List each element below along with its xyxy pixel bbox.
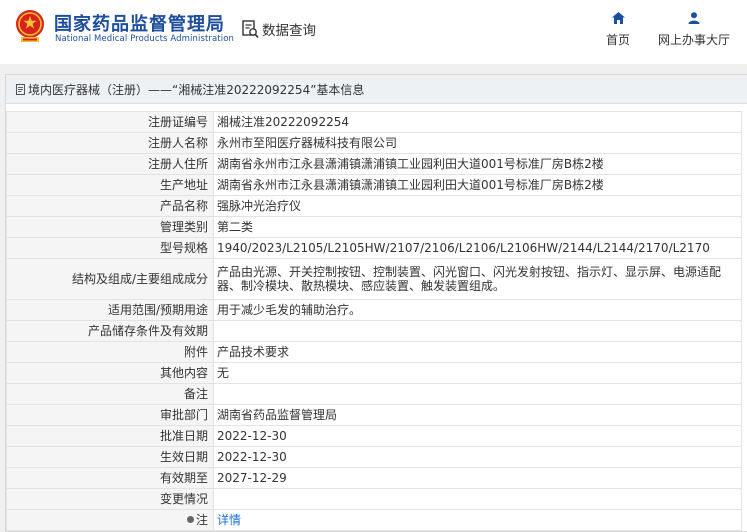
home-icon	[611, 12, 625, 24]
table-row: 其他内容无	[6, 362, 742, 384]
table-row: 注册证编号 湘械注准20222092254	[6, 111, 742, 133]
nav-home-label: 首页	[605, 33, 630, 47]
row-label: 生产地址	[6, 174, 214, 196]
data-query-label: 数据查询	[262, 23, 316, 39]
table-row: 附件 产品技术要求	[6, 341, 742, 363]
row-value	[213, 488, 742, 510]
site-title: 国家药品监督管理局	[54, 14, 225, 35]
registration-info-table: 注册证编号 湘械注准20222092254 注册人名称 永州市至阳医疗器械科技有限公…	[6, 111, 742, 531]
row-value	[213, 320, 742, 342]
table-row: 批准日期 2022-12-30	[6, 425, 742, 447]
breadcrumb: 境内医疗器械（注册）——“湘械注准20222092254”基本信息	[6, 75, 747, 104]
row-label: 备注	[6, 383, 214, 405]
table-row: 产品储存条件及有效期	[6, 320, 742, 342]
table-row: 注 详情	[6, 509, 742, 531]
table-row: 有效期至 2027-12-29	[6, 467, 742, 489]
data-query-link[interactable]: 数据查询	[242, 18, 316, 40]
table-row: 适用范围/预期用途 用于减少毛发的辅助治疗。	[6, 299, 742, 321]
row-label: 型号规格	[6, 237, 214, 259]
note-label-cell: 注	[6, 509, 214, 531]
search-document-icon	[242, 19, 259, 38]
table-row: 审批部门 湖南省药品监督管理局	[6, 404, 742, 426]
row-label: 结构及组成/主要组成成分	[6, 258, 214, 300]
user-icon	[688, 12, 700, 24]
row-label: 适用范围/预期用途	[6, 299, 214, 321]
table-row: 注册人名称 永州市至阳医疗器械科技有限公司	[6, 132, 742, 154]
row-value: 湖南省永州市江永县潇浦镇潇浦镇工业园利田大道001号标准厂房B栋2楼	[213, 153, 742, 175]
row-value: 用于减少毛发的辅助治疗。	[213, 299, 742, 321]
table-row: 备注	[6, 383, 742, 405]
table-row: 结构及组成/主要组成成分 产品由光源、开关控制按钮、控制装置、闪光窗口、闪光发射按…	[6, 258, 742, 300]
document-icon	[16, 83, 25, 95]
emblem-logo-icon	[16, 10, 44, 42]
note-label: 注	[195, 513, 208, 527]
site-title-english: National Medical Products Administration	[55, 34, 234, 44]
row-value: 2022-12-30	[213, 425, 742, 447]
table-row: 注册人住所 湖南省永州市江永县潇浦镇潇浦镇工业园利田大道001号标准厂房B栋2楼	[6, 153, 742, 175]
site-header: 国家药品监督管理局 National Medical Products Admi…	[0, 0, 747, 64]
row-value: 湖南省药品监督管理局	[213, 404, 742, 426]
row-label: 产品储存条件及有效期	[6, 320, 214, 342]
row-value: 产品由光源、开关控制按钮、控制装置、闪光窗口、闪光发射按钮、指示灯、显示屏、电源…	[213, 258, 742, 300]
row-value: 湘械注准20222092254	[213, 111, 742, 133]
row-value: 第二类	[213, 216, 742, 238]
row-value: 强脉冲光治疗仪	[213, 195, 742, 217]
row-value: 2027-12-29	[213, 467, 742, 489]
breadcrumb-text: 境内医疗器械（注册）——“湘械注准20222092254”基本信息	[28, 82, 365, 97]
table-row: 生效日期 2022-12-30	[6, 446, 742, 468]
row-label: 注册证编号	[6, 111, 214, 133]
row-value: 无	[213, 362, 742, 384]
nav-home[interactable]: 首页	[603, 12, 633, 48]
row-label: 附件	[6, 341, 214, 363]
row-value: 湖南省永州市江永县潇浦镇潇浦镇工业园利田大道001号标准厂房B栋2楼	[213, 174, 742, 196]
table-row: 生产地址 湖南省永州市江永县潇浦镇潇浦镇工业园利田大道001号标准厂房B栋2楼	[6, 174, 742, 196]
details-link[interactable]: 详情	[217, 513, 241, 527]
row-label: 其他内容	[6, 362, 214, 384]
row-label: 变更情况	[6, 488, 214, 510]
table-row: 产品名称 强脉冲光治疗仪	[6, 195, 742, 217]
row-label: 管理类别	[6, 216, 214, 238]
row-label: 有效期至	[6, 467, 214, 489]
pin-icon	[186, 516, 194, 523]
nav-online-hall-label: 网上办事大厅	[657, 33, 730, 47]
row-label: 批准日期	[6, 425, 214, 447]
row-value: 2022-12-30	[213, 446, 742, 468]
nav-online-hall[interactable]: 网上办事大厅	[655, 12, 733, 48]
table-row: 型号规格 1940/2023/L2105/L2105HW/2107/2106/L2…	[6, 237, 742, 259]
row-label: 生效日期	[6, 446, 214, 468]
row-label: 审批部门	[6, 404, 214, 426]
row-value: 1940/2023/L2105/L2105HW/2107/2106/L2106/…	[213, 237, 742, 259]
content-area: 境内医疗器械（注册）——“湘械注准20222092254”基本信息 注册证编号湘…	[0, 64, 747, 532]
row-value: 产品技术要求	[213, 341, 742, 363]
note-value-cell: 详情	[213, 509, 742, 531]
row-label: 注册人住所	[6, 153, 214, 175]
row-label: 注册人名称	[6, 132, 214, 154]
table-row: 变更情况	[6, 488, 742, 510]
table-row: 管理类别 第二类	[6, 216, 742, 238]
row-value	[213, 383, 742, 405]
row-label: 产品名称	[6, 195, 214, 217]
row-value: 永州市至阳医疗器械科技有限公司	[213, 132, 742, 154]
